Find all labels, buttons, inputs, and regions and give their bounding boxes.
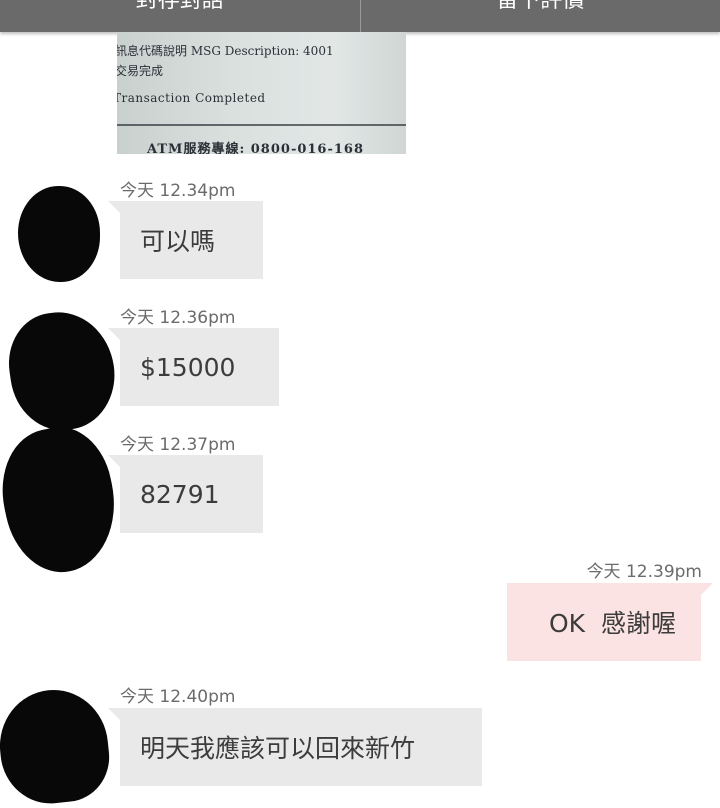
message-text: $15000 — [140, 353, 235, 382]
leave-review-tab[interactable]: 留下評價 — [361, 0, 720, 32]
message-timestamp: 今天 12.34pm — [120, 176, 235, 201]
receipt-line: 訊息代碼說明 MSG Description: 4001 — [117, 42, 334, 59]
incoming-message-bubble[interactable]: 82791 — [120, 455, 263, 533]
message-timestamp: 今天 12.40pm — [120, 682, 235, 707]
message-timestamp: 今天 12.36pm — [120, 303, 235, 328]
receipt-rule — [117, 124, 406, 126]
leave-review-label: 留下評價 — [496, 0, 584, 12]
receipt-line: Transaction Completed — [117, 91, 266, 105]
message-timestamp: 今天 12.37pm — [120, 430, 235, 455]
sender-avatar[interactable] — [2, 305, 121, 436]
receipt-line: ATM服務專線: 0800-016-168 — [147, 138, 364, 154]
message-text: 可以嗎 — [140, 222, 215, 258]
sender-avatar[interactable] — [0, 685, 114, 808]
archive-conversation-label: 封存對話 — [136, 0, 224, 12]
message-text: OK 感謝喔 — [549, 604, 676, 640]
sender-avatar[interactable] — [0, 418, 128, 582]
incoming-message-bubble[interactable]: $15000 — [120, 328, 279, 406]
conversation-header: 封存對話 留下評價 — [0, 0, 720, 32]
incoming-message-bubble[interactable]: 明天我應該可以回來新竹 — [120, 708, 482, 786]
message-text: 82791 — [140, 480, 220, 509]
atm-receipt-photo[interactable]: 訊息代碼說明 MSG Description: 4001 交易完成 Transa… — [117, 32, 406, 154]
message-text: 明天我應該可以回來新竹 — [140, 729, 415, 765]
sender-avatar[interactable] — [18, 186, 100, 282]
incoming-message-bubble[interactable]: 可以嗎 — [120, 201, 263, 279]
outgoing-message-bubble[interactable]: OK 感謝喔 — [507, 583, 701, 661]
archive-conversation-tab[interactable]: 封存對話 — [0, 0, 360, 32]
receipt-line: 交易完成 — [117, 62, 163, 79]
message-timestamp: 今天 12.39pm — [587, 557, 702, 582]
